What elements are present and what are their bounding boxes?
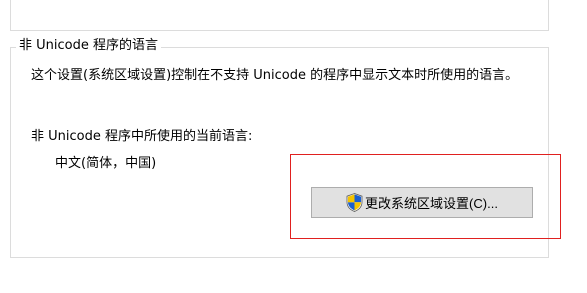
change-system-locale-button[interactable]: 更改系统区域设置(C)... — [311, 187, 533, 218]
previous-section-frame — [10, 0, 549, 31]
change-system-locale-label: 更改系统区域设置(C)... — [365, 196, 498, 211]
current-language-label: 非 Unicode 程序中所使用的当前语言: — [31, 129, 253, 144]
group-title: 非 Unicode 程序的语言 — [16, 37, 161, 55]
group-description: 这个设置(系统区域设置)控制在不支持 Unicode 的程序中显示文本时所使用的… — [31, 68, 519, 83]
uac-shield-icon — [346, 193, 363, 212]
current-language-value: 中文(简体，中国) — [55, 156, 157, 171]
